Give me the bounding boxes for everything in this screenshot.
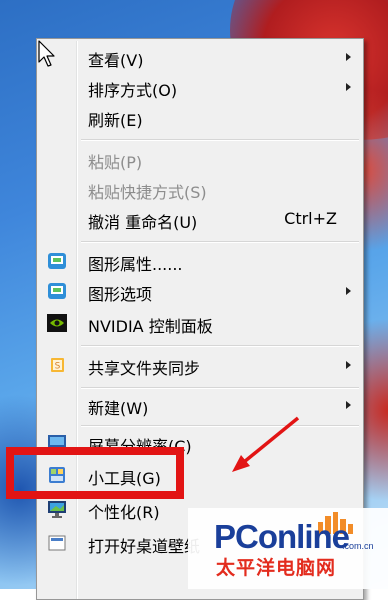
pconline-watermark: PConline .com.cn 太平洋电脑网 <box>188 508 388 589</box>
mouse-cursor-icon <box>38 40 55 67</box>
annotation-arrow-icon <box>232 416 300 472</box>
watermark-brand: PConline <box>214 518 350 555</box>
watermark-domain: .com.cn <box>342 541 374 551</box>
watermark-chinese: 太平洋电脑网 <box>216 557 337 579</box>
